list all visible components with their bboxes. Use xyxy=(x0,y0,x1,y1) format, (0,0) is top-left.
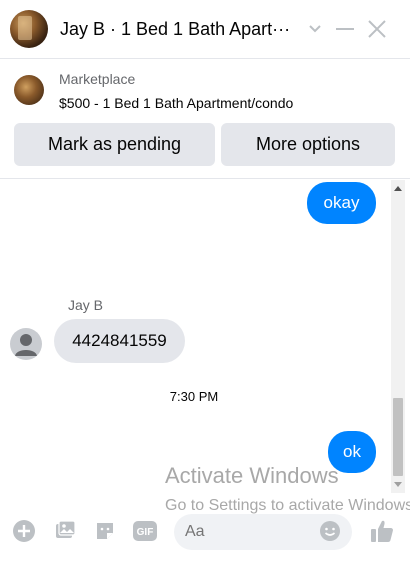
chevron-down-icon[interactable] xyxy=(308,24,322,34)
listing-title[interactable]: $500 - 1 Bed 1 Bath Apartment/condo xyxy=(59,95,293,112)
avatar[interactable] xyxy=(10,328,42,360)
gif-icon[interactable]: GIF xyxy=(133,520,157,547)
like-icon[interactable] xyxy=(369,518,395,549)
svg-text:GIF: GIF xyxy=(137,527,154,538)
scroll-up-arrow-icon[interactable] xyxy=(394,186,402,191)
scroll-down-arrow-icon[interactable] xyxy=(394,482,402,487)
message-composer: GIF xyxy=(0,508,410,556)
minimize-icon[interactable] xyxy=(336,27,354,31)
contact-profile-photo[interactable] xyxy=(10,10,48,48)
close-icon[interactable] xyxy=(368,20,386,38)
sender-name: Jay B xyxy=(68,297,104,313)
message-timestamp: 7:30 PM xyxy=(169,389,219,404)
person-icon xyxy=(15,334,37,356)
outgoing-message[interactable]: okay xyxy=(307,182,376,224)
marketplace-card: Marketplace $500 - 1 Bed 1 Bath Apartmen… xyxy=(0,58,410,179)
listing-thumbnail[interactable] xyxy=(14,75,44,105)
sticker-icon[interactable] xyxy=(94,520,116,547)
marketplace-label: Marketplace xyxy=(59,71,136,87)
incoming-message[interactable]: 4424841559 xyxy=(54,319,185,363)
chat-title[interactable]: Jay B · 1 Bed 1 Bath Apart··· xyxy=(60,19,294,40)
scroll-thumb[interactable] xyxy=(393,398,403,476)
message-thread[interactable]: okay Jay B 4424841559 7:30 PM ok xyxy=(0,180,410,495)
emoji-icon[interactable] xyxy=(319,520,341,547)
mark-as-pending-button[interactable]: Mark as pending xyxy=(14,123,215,166)
scrollbar[interactable] xyxy=(391,180,405,493)
window-controls xyxy=(308,20,386,38)
more-options-button[interactable]: More options xyxy=(221,123,395,166)
photo-icon[interactable] xyxy=(54,520,76,547)
activation-watermark-title: Activate Windows xyxy=(165,463,339,488)
plus-icon[interactable] xyxy=(13,520,35,547)
chat-header: Jay B · 1 Bed 1 Bath Apart··· xyxy=(0,0,410,58)
